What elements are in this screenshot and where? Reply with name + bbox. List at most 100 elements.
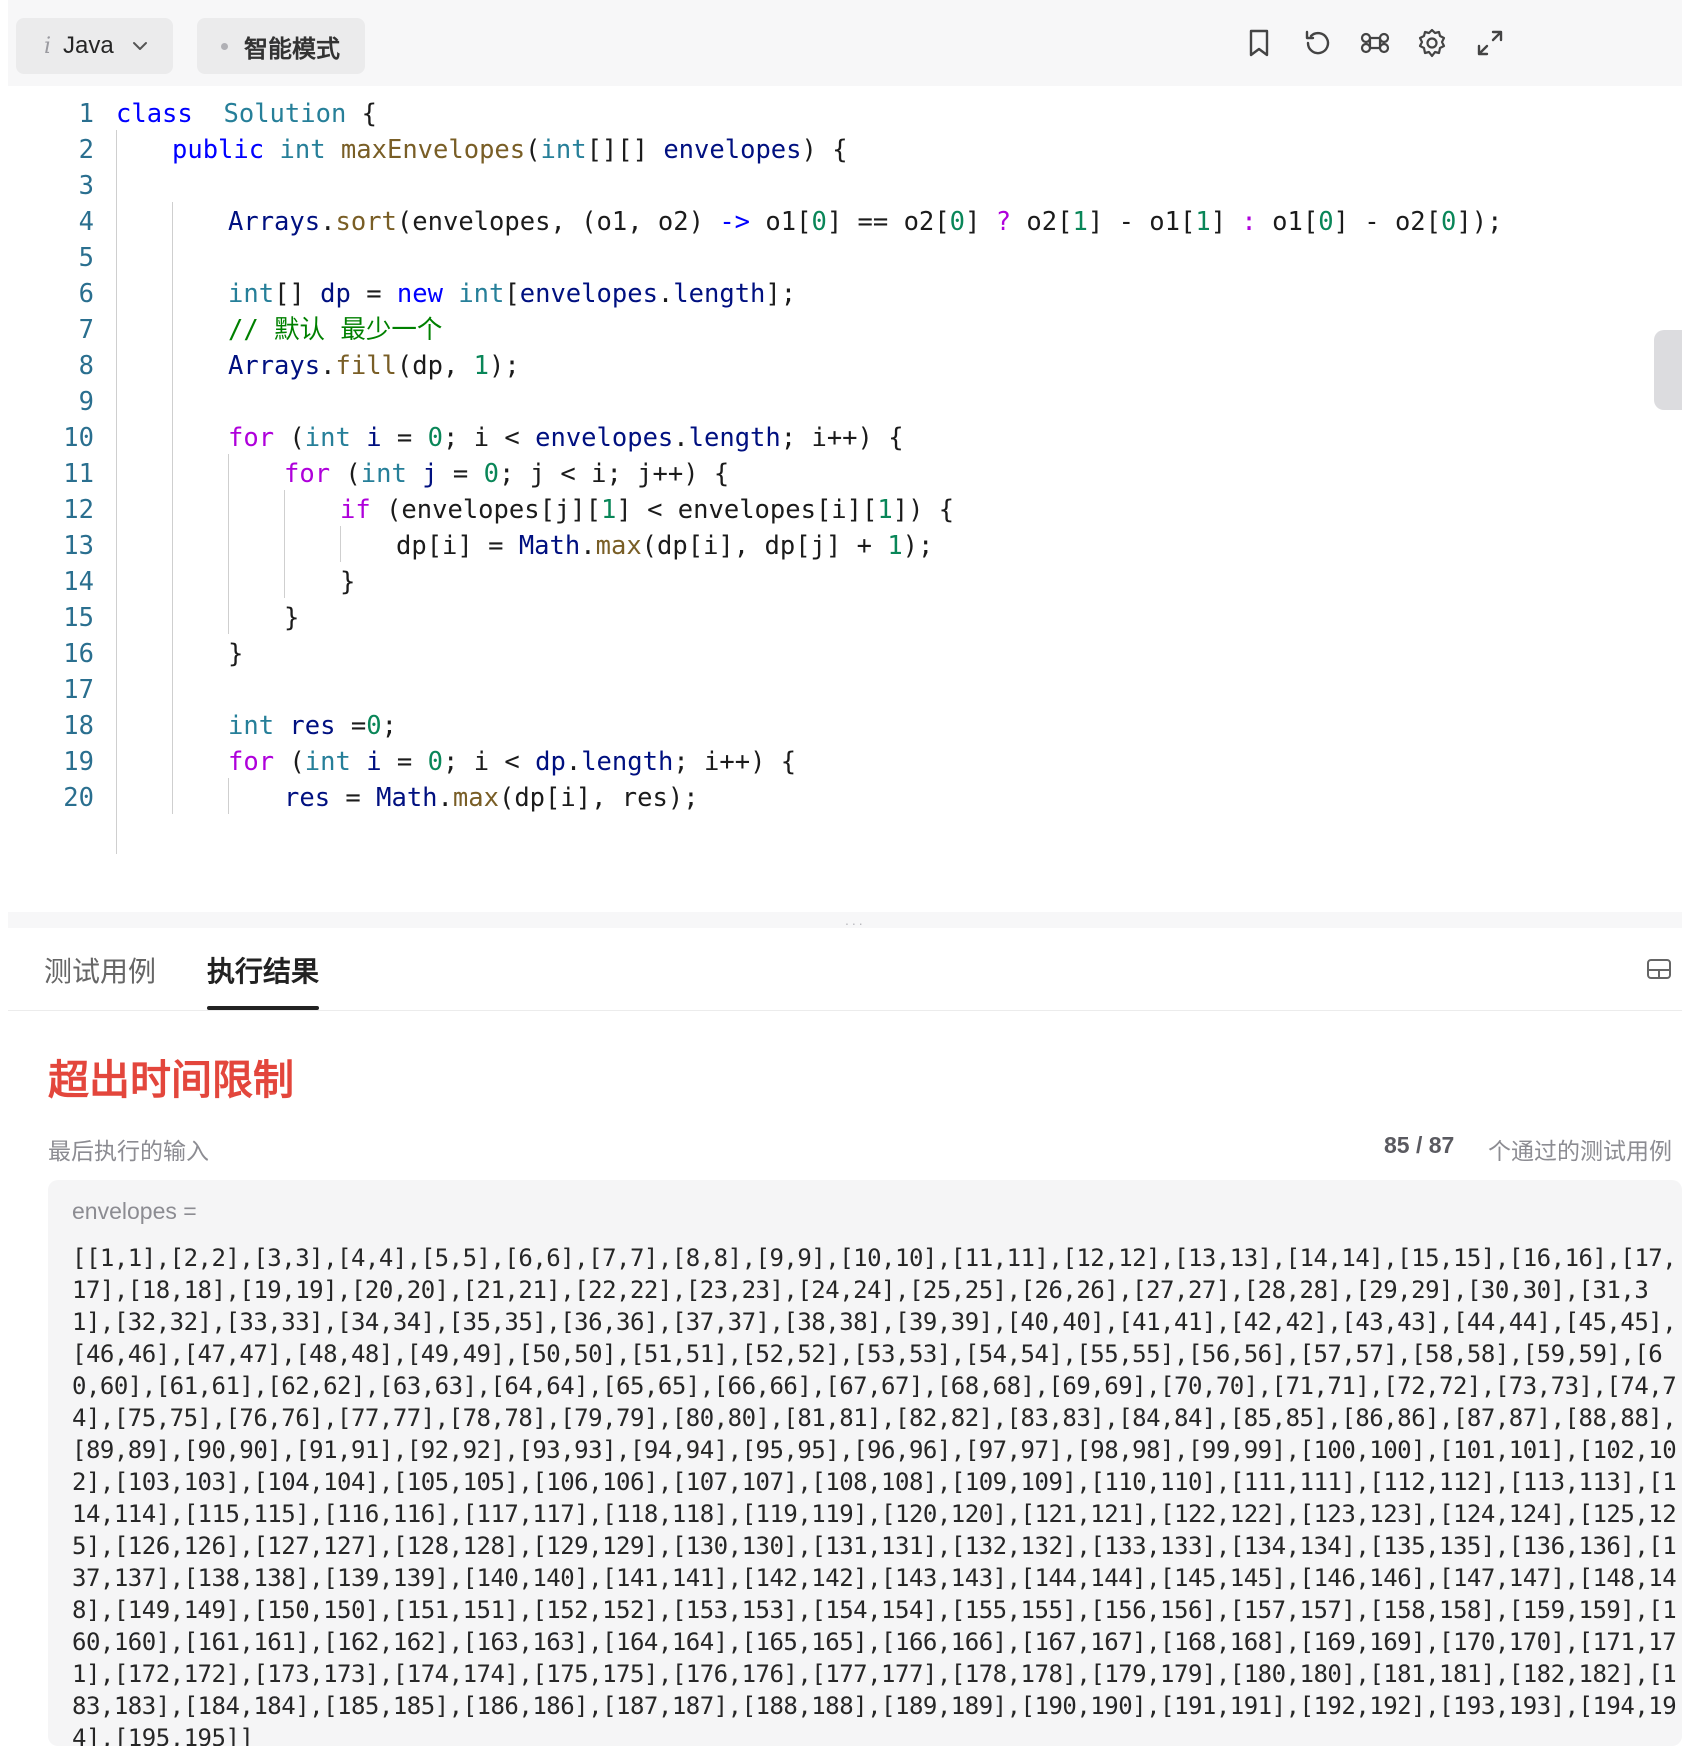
language-selector[interactable]: i Java [16, 18, 173, 74]
code-token: ? [995, 207, 1012, 237]
code-token: ] [1210, 207, 1242, 237]
code-token: fill [335, 351, 397, 381]
code-token: 1 [887, 531, 903, 561]
code-token: ); [489, 351, 520, 381]
code-line[interactable]: 9 [8, 382, 1682, 422]
code-line[interactable]: 18 int res =0; [8, 706, 1682, 746]
reset-icon[interactable] [1300, 26, 1334, 60]
indent-guide [172, 778, 173, 814]
line-number: 20 [63, 783, 94, 813]
mode-dot-icon [221, 42, 228, 50]
indent-guide [116, 202, 117, 238]
code-token: ( [525, 135, 541, 165]
indent-guide [228, 562, 229, 598]
code-token: . [580, 531, 596, 561]
code-token: int [304, 747, 351, 777]
code-token: [] [274, 279, 321, 309]
code-token: 0 [1441, 207, 1457, 237]
code-line[interactable]: 8 Arrays.fill(dp, 1); [8, 346, 1682, 386]
code-text: } [284, 598, 299, 638]
code-token: o1[ [750, 207, 812, 237]
code-token: o1[ [1256, 207, 1319, 237]
code-token: ]) { [892, 495, 955, 525]
code-line[interactable]: 17 [8, 670, 1682, 710]
indent-guide [116, 454, 117, 490]
code-text: res = Math.max(dp[i], res); [284, 778, 699, 818]
code-text: for (int j = 0; j < i; j++) { [284, 454, 729, 494]
smart-mode-button[interactable]: 智能模式 [197, 18, 365, 74]
code-line[interactable]: 13 dp[i] = Math.max(dp[i], dp[j] + 1); [8, 526, 1682, 566]
code-token: new [396, 279, 443, 309]
code-token: envelopes [535, 423, 674, 453]
code-line[interactable]: 3 [8, 166, 1682, 206]
variable-value: [[1,1],[2,2],[3,3],[4,4],[5,5],[6,6],[7,… [72, 1244, 1677, 1746]
indent-guide [116, 130, 117, 166]
code-token: ); [902, 531, 934, 561]
code-line[interactable]: 4 Arrays.sort(envelopes, (o1, o2) -> o1[0… [8, 202, 1682, 242]
code-token: ; i++) { [673, 747, 797, 777]
indent-guide [228, 778, 229, 814]
tab-execution-result[interactable]: 执行结果 [207, 950, 319, 990]
indent-guide [116, 562, 117, 598]
code-token: ; i++) { [780, 423, 904, 453]
command-icon[interactable] [1358, 26, 1392, 60]
line-number: 7 [78, 315, 94, 345]
side-panel-handle[interactable] [1654, 330, 1682, 410]
code-line[interactable]: 20 res = Math.max(dp[i], res); [8, 778, 1682, 818]
splitter-dots-icon: ... [845, 912, 866, 928]
code-token: ( [274, 423, 305, 453]
settings-icon[interactable] [1415, 26, 1449, 60]
code-token: i [366, 423, 382, 453]
code-line[interactable]: 7 // 默认 最少一个 [8, 310, 1682, 350]
code-token: length [581, 747, 674, 777]
code-token: = [381, 747, 428, 777]
code-token: // 默认 最少一个 [228, 315, 443, 345]
chevron-down-icon [132, 42, 147, 50]
code-line[interactable]: 6 int[] dp = new int[envelopes.length]; [8, 274, 1682, 314]
code-token: ] [965, 207, 996, 237]
code-line[interactable]: 1 class Solution { [8, 94, 1682, 134]
code-token: (dp[i], dp[j] + [641, 531, 888, 561]
code-line[interactable]: 2 public int maxEnvelopes(int[][] envelop… [8, 130, 1682, 170]
code-line[interactable]: 11 for (int j = 0; j < i; j++) { [8, 454, 1682, 494]
code-token: (envelopes[j][ [370, 495, 602, 525]
indent-guide [172, 274, 173, 310]
code-token: ( [274, 747, 305, 777]
code-line[interactable]: 15} [8, 598, 1682, 638]
code-editor[interactable]: 1 class Solution {2 public int maxEnvelope… [8, 86, 1682, 912]
tab-test-cases[interactable]: 测试用例 [44, 950, 156, 990]
code-token: { [346, 99, 378, 129]
code-token: public [172, 135, 265, 165]
code-line[interactable]: 5 [8, 238, 1682, 278]
code-text: int res =0; [228, 706, 397, 746]
indent-guide [228, 598, 229, 634]
code-line[interactable]: 10 for (int i = 0; i < envelopes.length; … [8, 418, 1682, 458]
last-input-box: envelopes = [[1,1],[2,2],[3,3],[4,4],[5,… [48, 1180, 1682, 1746]
code-text: for (int i = 0; i < dp.length; i++) { [228, 742, 796, 782]
code-token: int [228, 711, 275, 741]
bookmark-icon[interactable] [1242, 26, 1276, 60]
code-token: = [381, 423, 428, 453]
code-token: . [673, 423, 689, 453]
indent-guide [116, 598, 117, 634]
code-token: int [458, 279, 505, 309]
code-token: j [422, 459, 438, 489]
code-token: int [304, 423, 351, 453]
indent-guide [340, 526, 341, 562]
code-token: int [540, 135, 587, 165]
code-line[interactable]: 16} [8, 634, 1682, 674]
code-text: dp[i] = Math.max(dp[i], dp[j] + 1); [396, 526, 933, 566]
code-text: if (envelopes[j][1] < envelopes[i][1]) { [340, 490, 954, 530]
layout-icon[interactable] [1646, 958, 1672, 980]
fullscreen-icon[interactable] [1473, 26, 1507, 60]
code-text: public int maxEnvelopes(int[][] envelope… [172, 130, 848, 170]
line-number: 4 [78, 207, 94, 237]
code-line[interactable]: 19 for (int i = 0; i < dp.length; i++) { [8, 742, 1682, 782]
line-number: 5 [78, 243, 94, 273]
code-line[interactable]: 14} [8, 562, 1682, 602]
code-token: int [228, 279, 275, 309]
passed-label: 个通过的测试用例 [1488, 1138, 1672, 1164]
code-text: int[] dp = new int[envelopes.length]; [228, 274, 796, 314]
code-line[interactable]: 12 if (envelopes[j][1] < envelopes[i][1])… [8, 490, 1682, 530]
